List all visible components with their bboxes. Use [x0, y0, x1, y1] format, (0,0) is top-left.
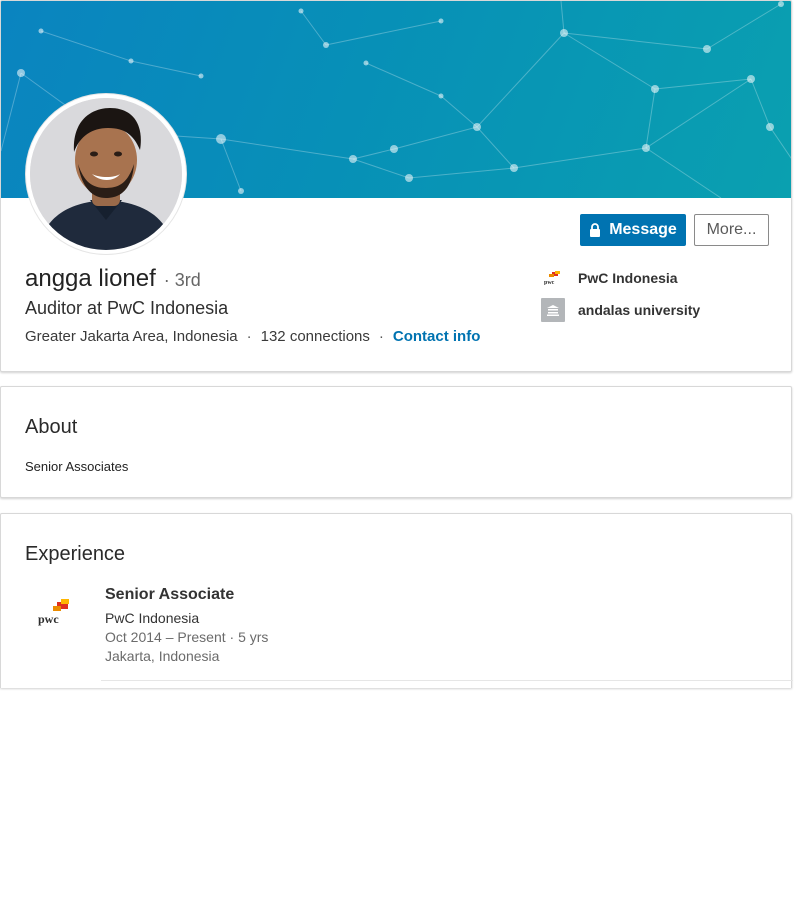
current-company-name: PwC Indonesia [578, 270, 678, 286]
about-text: Senior Associates [25, 459, 129, 474]
experience-title: Experience [25, 543, 126, 565]
school-link[interactable]: andalas university [541, 298, 700, 322]
pwc-logo-icon[interactable]: pwc [35, 597, 75, 631]
profile-meta: Greater Jakarta Area, Indonesia · 132 co… [25, 328, 480, 345]
meta-separator: · [378, 328, 384, 345]
svg-text:pwc: pwc [38, 612, 59, 626]
message-button-label: Message [609, 221, 677, 238]
school-name: andalas university [578, 302, 701, 318]
experience-location: Jakarta, Indonesia [105, 648, 220, 664]
more-button[interactable]: More... [694, 214, 769, 246]
name-row: angga lionef · 3rd [25, 265, 201, 293]
degree-separator: · [163, 270, 170, 290]
about-title: About [25, 416, 78, 438]
more-button-label: More... [706, 221, 757, 238]
svg-text:pwc: pwc [544, 280, 555, 285]
profile-top-card: Message More... angga lionef · 3rd Audit… [0, 0, 792, 372]
experience-dates: Oct 2014 – Present · 5 yrs [105, 629, 269, 645]
profile-name: angga lionef [25, 265, 156, 292]
profile-photo-frame[interactable] [26, 94, 186, 254]
lock-icon [590, 223, 601, 237]
contact-info-link[interactable]: Contact info [393, 328, 481, 345]
connections-count[interactable]: 132 connections [261, 328, 370, 345]
connection-degree: · 3rd [164, 270, 201, 291]
experience-job-title[interactable]: Senior Associate [105, 586, 234, 604]
profile-headline: Auditor at PwC Indonesia [25, 298, 229, 318]
person-photo-icon [30, 98, 182, 250]
current-company-link[interactable]: pwc PwC Indonesia [541, 266, 678, 290]
pwc-logo-icon: pwc [541, 266, 565, 290]
experience-company: PwC Indonesia [105, 610, 200, 626]
degree-value: 3rd [174, 270, 201, 290]
school-building-icon [541, 298, 565, 322]
meta-separator: · [246, 328, 252, 345]
avatar[interactable] [30, 98, 182, 250]
about-section: About Senior Associates [0, 386, 792, 498]
experience-divider [101, 680, 793, 681]
experience-section: Experience pwc Senior Associate PwC Indo… [0, 513, 793, 688]
profile-location: Greater Jakarta Area, Indonesia [25, 328, 238, 345]
message-button[interactable]: Message [580, 214, 686, 246]
